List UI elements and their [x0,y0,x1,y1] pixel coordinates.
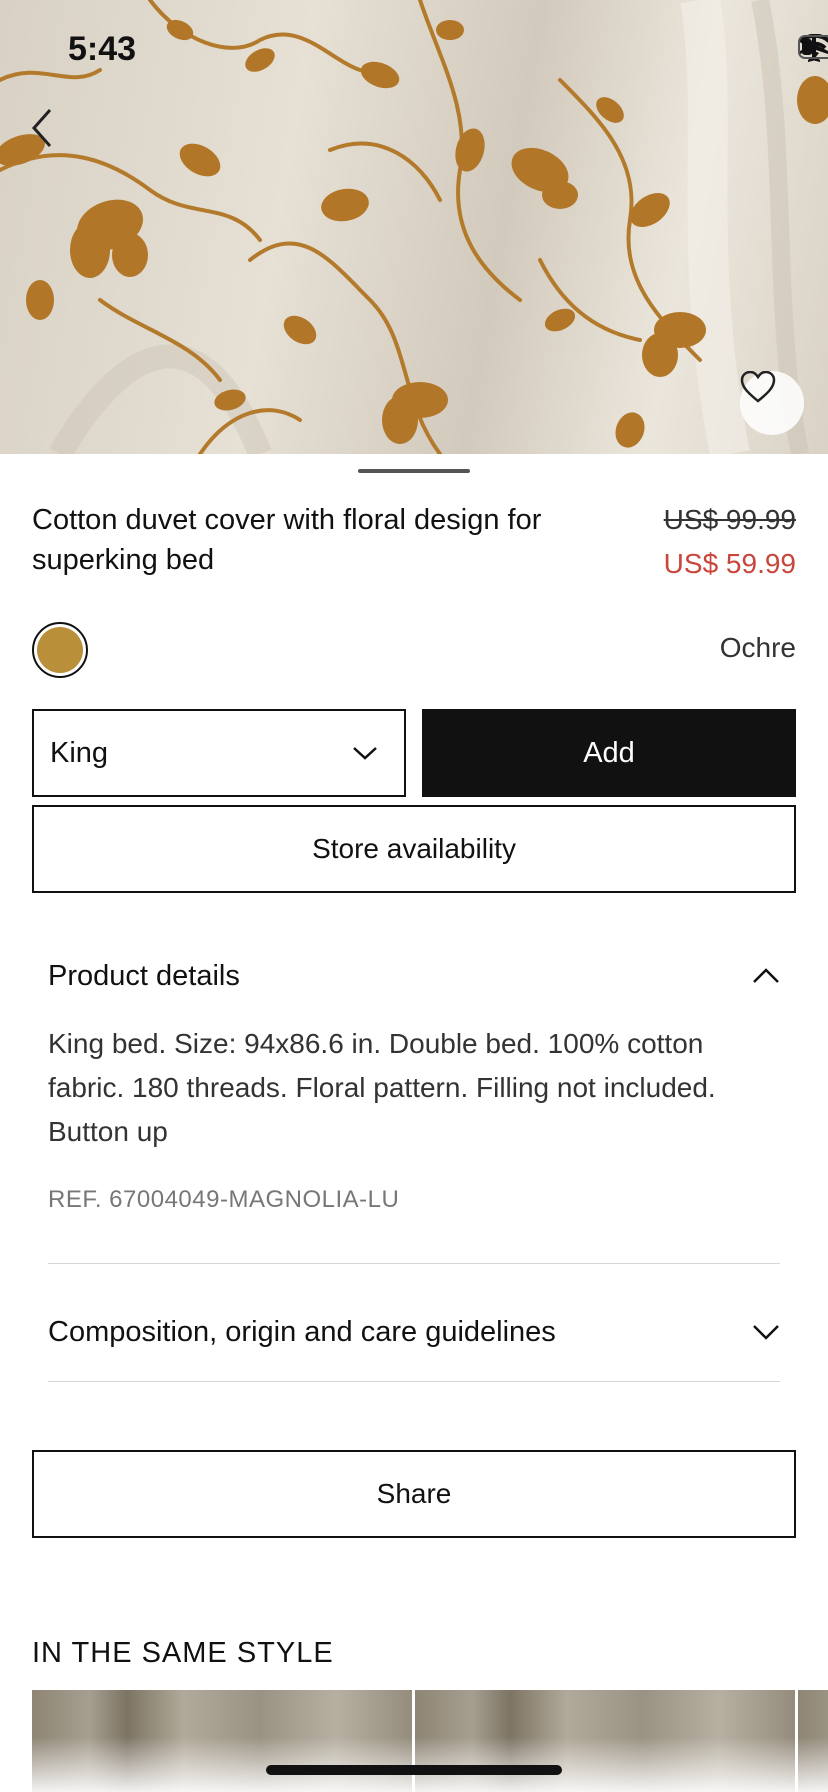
product-title: Cotton duvet cover with floral design fo… [32,504,542,576]
store-availability-button[interactable]: Store availability [32,805,796,893]
related-product-thumb[interactable] [415,1690,795,1792]
chevron-down-icon [353,747,377,760]
product-details-heading: Product details [48,959,240,992]
divider [48,1381,780,1382]
color-name: Ochre [719,632,796,663]
home-indicator[interactable] [266,1765,562,1775]
battery-icon [798,35,828,59]
size-select-value: King [50,736,109,769]
color-swatch-fill [37,627,83,673]
heart-icon [740,371,776,403]
original-price: US$ 99.99 [663,504,796,535]
composition-toggle[interactable]: Composition, origin and care guidelines [48,1310,780,1354]
add-to-cart-button[interactable]: Add [422,709,796,797]
sale-price: US$ 59.99 [663,548,796,579]
chevron-down-icon [753,1325,779,1340]
size-select[interactable]: King [32,709,406,797]
share-button[interactable]: Share [32,1450,796,1538]
product-details-toggle[interactable]: Product details [48,954,780,998]
related-products-carousel[interactable] [32,1690,828,1792]
back-button[interactable] [26,104,66,152]
favorite-button[interactable] [740,371,804,435]
divider [48,1263,780,1264]
same-style-heading: IN THE SAME STYLE [32,1637,334,1669]
sheet-drag-handle[interactable] [358,469,470,473]
related-product-thumb[interactable] [798,1690,828,1792]
related-product-thumb[interactable] [32,1690,412,1792]
status-time: 5:43 [68,30,137,68]
product-reference: REF. 67004049-MAGNOLIA-LU [48,1186,400,1213]
chevron-left-icon [31,109,52,147]
composition-heading: Composition, origin and care guidelines [48,1315,556,1348]
product-details-text: King bed. Size: 94x86.6 in. Double bed. … [48,1028,716,1147]
product-hero-image: 5:43 [0,0,828,454]
chevron-up-icon [753,968,779,983]
color-swatch[interactable] [32,622,88,678]
